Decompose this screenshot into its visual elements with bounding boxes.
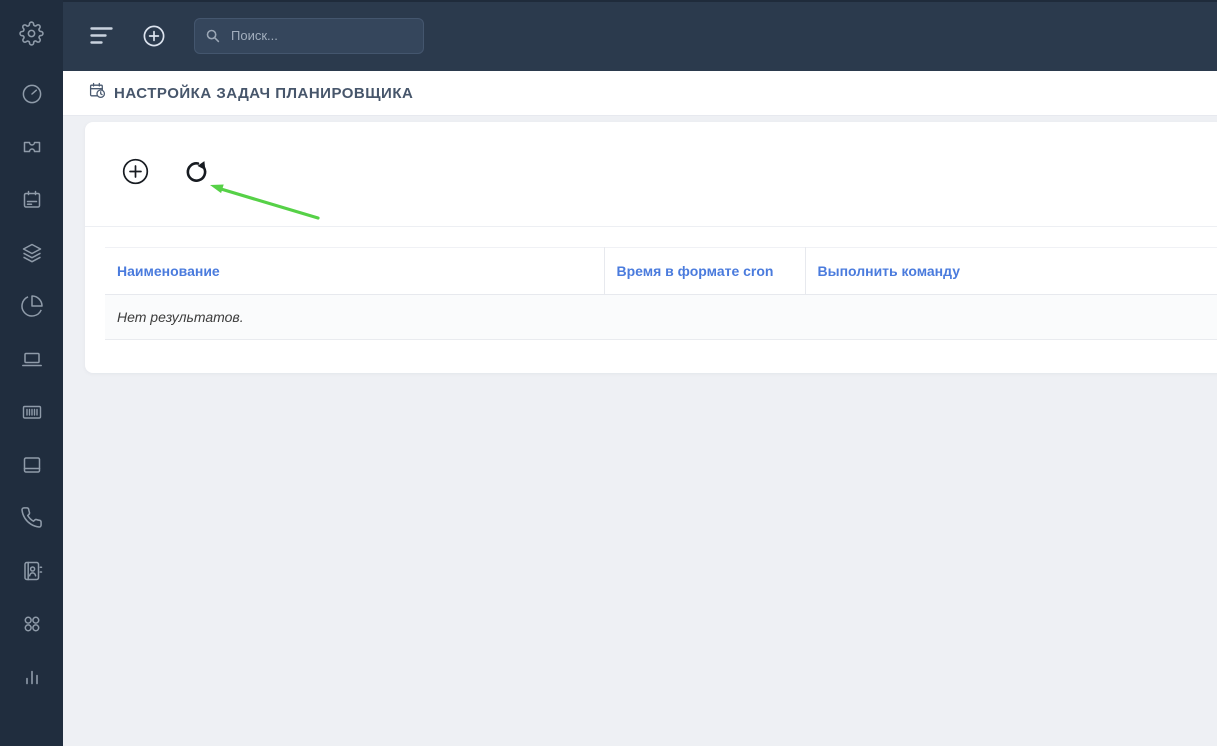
- sidebar-item-layers[interactable]: [19, 242, 45, 268]
- laptop-icon: [20, 347, 44, 376]
- table-empty-row: Нет результатов.: [105, 294, 1217, 340]
- annotation-arrow: [210, 184, 320, 220]
- gear-icon: [19, 21, 44, 51]
- barcode-icon: [20, 400, 44, 429]
- speedometer-icon: [20, 82, 44, 111]
- bar-chart-icon: [20, 665, 44, 694]
- tasks-table-wrap: Наименование Время в формате cron Выполн…: [85, 227, 1217, 340]
- topbar: [63, 0, 1217, 71]
- scheduler-card: Наименование Время в формате cron Выполн…: [85, 122, 1217, 373]
- column-header-cron-time[interactable]: Время в формате cron: [604, 247, 806, 295]
- calendar-icon: [20, 188, 44, 217]
- refresh-button[interactable]: [182, 160, 210, 188]
- calendar-clock-icon: [89, 82, 106, 104]
- sidebar-item-telephony[interactable]: [19, 507, 45, 533]
- page-header: НАСТРОЙКА ЗАДАЧ ПЛАНИРОВЩИКА: [63, 71, 1217, 116]
- empty-results-message: Нет результатов.: [105, 294, 1217, 340]
- table-header-row: Наименование Время в формате cron Выполн…: [105, 247, 1217, 295]
- sidebar: [0, 0, 63, 746]
- layers-icon: [20, 241, 44, 270]
- sidebar-item-journal[interactable]: [19, 454, 45, 480]
- sidebar-item-contacts[interactable]: [19, 560, 45, 586]
- sidebar-item-devices[interactable]: [19, 348, 45, 374]
- address-book-icon: [20, 559, 44, 588]
- phone-icon: [20, 506, 43, 534]
- sidebar-item-reports[interactable]: [19, 294, 45, 323]
- sidebar-item-apps[interactable]: [19, 613, 45, 639]
- sidebar-item-statistics[interactable]: [19, 666, 45, 692]
- refresh-icon: [183, 158, 210, 190]
- sidebar-item-dashboard[interactable]: [19, 83, 45, 109]
- sidebar-item-calendar[interactable]: [19, 189, 45, 215]
- ticket-icon: [20, 135, 44, 164]
- column-header-name[interactable]: Наименование: [105, 247, 605, 295]
- pie-chart-icon: [20, 294, 44, 323]
- plus-circle-icon: [122, 158, 149, 190]
- card-toolbar: [85, 122, 1217, 227]
- search-box: [194, 17, 424, 54]
- column-header-command[interactable]: Выполнить команду: [805, 247, 1217, 295]
- sidebar-item-barcode[interactable]: [19, 401, 45, 427]
- tasks-table: Наименование Время в формате cron Выполн…: [105, 247, 1217, 340]
- plus-circle-icon[interactable]: [142, 24, 166, 48]
- hamburger-menu-icon[interactable]: [89, 24, 113, 48]
- page-title: НАСТРОЙКА ЗАДАЧ ПЛАНИРОВЩИКА: [114, 84, 414, 102]
- journal-icon: [20, 453, 44, 482]
- app-grid-icon: [20, 612, 44, 641]
- search-input[interactable]: [194, 17, 424, 54]
- add-task-button[interactable]: [121, 158, 149, 190]
- sidebar-item-settings[interactable]: [19, 21, 45, 51]
- sidebar-item-tickets[interactable]: [19, 136, 45, 162]
